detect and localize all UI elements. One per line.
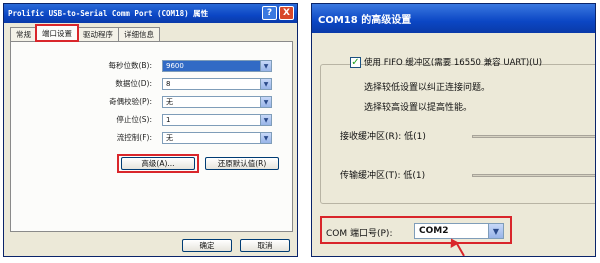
transmit-buffer-slider[interactable] bbox=[472, 174, 595, 177]
flow-control-label: 流控制(F): bbox=[116, 133, 152, 142]
receive-buffer-label: 接收缓冲区(R): 低(1) bbox=[340, 132, 426, 142]
title-bar: Prolific USB-to-Serial Comm Port (COM18)… bbox=[4, 4, 297, 23]
advanced-title-bar: COM18 的高级设置 bbox=[312, 4, 595, 33]
data-bits-label: 数据位(D): bbox=[115, 79, 152, 88]
advanced-button[interactable]: 高级(A)... bbox=[121, 157, 195, 170]
stop-bits-row: 停止位(S): 1 ▼ bbox=[11, 114, 294, 126]
close-button[interactable]: X bbox=[279, 6, 294, 20]
com-port-label: COM 端口号(P): bbox=[326, 229, 393, 239]
stop-bits-select[interactable]: 1 ▼ bbox=[162, 114, 272, 126]
data-bits-row: 数据位(D): 8 ▼ bbox=[11, 78, 294, 90]
restore-defaults-button[interactable]: 还原默认值(R) bbox=[205, 157, 279, 170]
stop-bits-label: 停止位(S): bbox=[116, 115, 152, 124]
bits-per-second-value: 9600 bbox=[166, 62, 184, 70]
ok-button[interactable]: 确定 bbox=[182, 239, 232, 252]
cancel-button[interactable]: 取消 bbox=[240, 239, 290, 252]
hint-high-text: 选择较高设置以提高性能。 bbox=[364, 103, 473, 113]
parity-select[interactable]: 无 ▼ bbox=[162, 96, 272, 108]
chevron-down-icon[interactable]: ▼ bbox=[260, 115, 271, 125]
port-settings-panel: 每秒位数(B): 9600 ▼ 数据位(D): 8 ▼ 奇偶校验(P): 无 ▼… bbox=[10, 41, 293, 232]
tab-port-settings[interactable]: 端口设置 bbox=[35, 24, 79, 42]
com-port-select[interactable]: COM2 ▼ bbox=[414, 223, 504, 239]
chevron-down-icon[interactable]: ▼ bbox=[260, 61, 271, 71]
tab-general[interactable]: 常规 bbox=[10, 27, 37, 41]
chevron-down-icon[interactable]: ▼ bbox=[260, 97, 271, 107]
advanced-settings-dialog: COM18 的高级设置 ✓ 使用 FIFO 缓冲区(需要 16550 兼容 UA… bbox=[311, 3, 596, 257]
bits-per-second-label: 每秒位数(B): bbox=[108, 61, 152, 70]
data-bits-select[interactable]: 8 ▼ bbox=[162, 78, 272, 90]
hint-low-text: 选择较低设置以纠正连接问题。 bbox=[364, 83, 491, 93]
com-port-value: COM2 bbox=[419, 226, 449, 236]
tab-details[interactable]: 详细信息 bbox=[118, 27, 160, 41]
tab-strip: 常规 端口设置 驱动程序 详细信息 bbox=[10, 24, 160, 42]
chevron-down-icon[interactable]: ▼ bbox=[260, 133, 271, 143]
chevron-down-icon[interactable]: ▼ bbox=[488, 224, 503, 238]
parity-value: 无 bbox=[166, 98, 173, 106]
data-bits-value: 8 bbox=[166, 80, 171, 88]
fifo-checkbox[interactable]: ✓ bbox=[350, 57, 361, 68]
flow-control-row: 流控制(F): 无 ▼ bbox=[11, 132, 294, 144]
parity-row: 奇偶校验(P): 无 ▼ bbox=[11, 96, 294, 108]
bits-per-second-row: 每秒位数(B): 9600 ▼ bbox=[11, 60, 294, 72]
stop-bits-value: 1 bbox=[166, 116, 171, 124]
port-properties-dialog: Prolific USB-to-Serial Comm Port (COM18)… bbox=[3, 3, 298, 257]
transmit-buffer-label: 传输缓冲区(T): 低(1) bbox=[340, 171, 426, 181]
flow-control-value: 无 bbox=[166, 134, 173, 142]
bits-per-second-select[interactable]: 9600 ▼ bbox=[162, 60, 272, 72]
flow-control-select[interactable]: 无 ▼ bbox=[162, 132, 272, 144]
parity-label: 奇偶校验(P): bbox=[109, 97, 152, 106]
fifo-checkbox-label: 使用 FIFO 缓冲区(需要 16550 兼容 UART)(U) bbox=[364, 58, 543, 68]
tab-driver[interactable]: 驱动程序 bbox=[77, 27, 119, 41]
checkmark-icon: ✓ bbox=[351, 57, 360, 68]
window-title: Prolific USB-to-Serial Comm Port (COM18)… bbox=[8, 9, 209, 18]
advanced-window-title: COM18 的高级设置 bbox=[318, 15, 412, 26]
help-button[interactable]: ? bbox=[262, 6, 277, 20]
chevron-down-icon[interactable]: ▼ bbox=[260, 79, 271, 89]
receive-buffer-slider[interactable] bbox=[472, 135, 595, 138]
